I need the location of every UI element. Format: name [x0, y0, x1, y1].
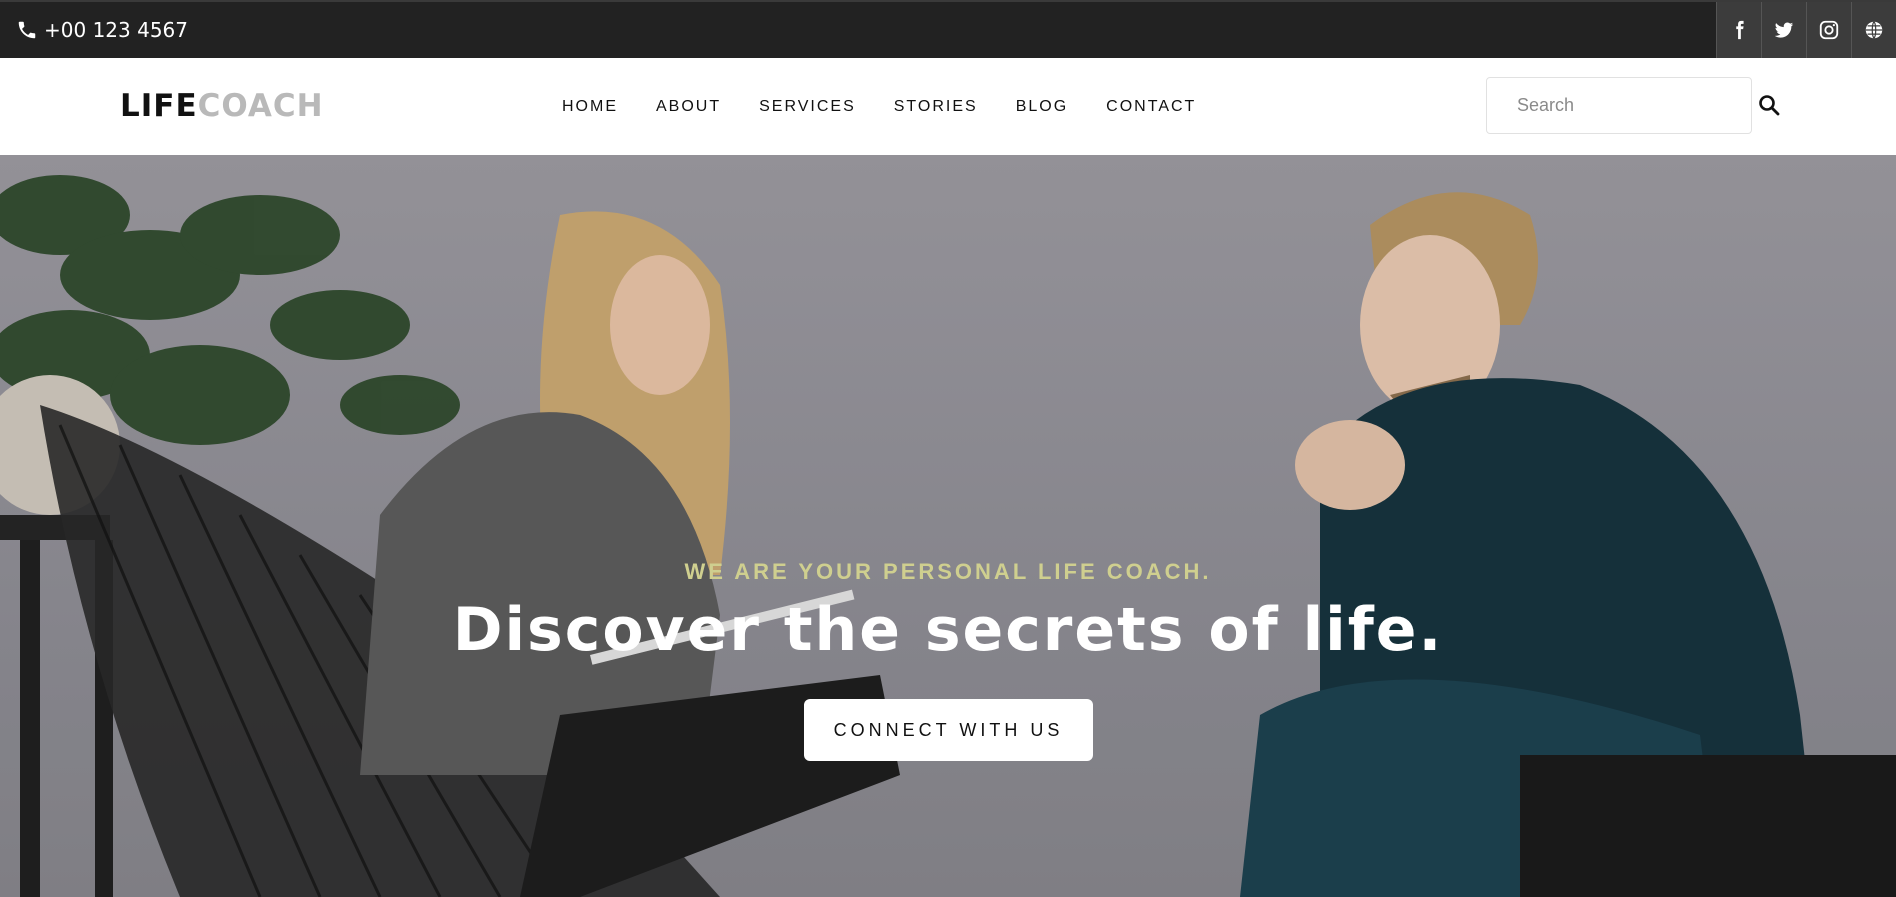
hero-eyebrow: WE ARE YOUR PERSONAL LIFE COACH.: [684, 559, 1212, 584]
phone-contact[interactable]: +00 123 4567: [16, 18, 188, 42]
logo-life: LIFE: [120, 88, 198, 124]
facebook-icon: [1736, 20, 1744, 40]
nav-services[interactable]: SERVICES: [759, 98, 856, 116]
globe-icon: [1865, 21, 1883, 39]
nav-blog[interactable]: BLOG: [1016, 98, 1068, 116]
instagram-icon: [1819, 20, 1839, 40]
nav-stories[interactable]: STORIES: [894, 98, 978, 116]
twitter-icon: [1774, 22, 1794, 38]
main-navbar: LIFECOACH HOME ABOUT SERVICES STORIES BL…: [0, 58, 1896, 155]
twitter-button[interactable]: [1761, 2, 1806, 58]
search-input[interactable]: [1486, 77, 1752, 134]
phone-icon: [16, 19, 38, 41]
top-bar: +00 123 4567: [0, 0, 1896, 58]
nav-home[interactable]: HOME: [562, 98, 618, 116]
hero-section: WE ARE YOUR PERSONAL LIFE COACH. Discove…: [0, 155, 1896, 897]
nav-about[interactable]: ABOUT: [656, 98, 721, 116]
hero-headline: Discover the secrets of life.: [452, 595, 1444, 665]
site-logo[interactable]: LIFECOACH: [120, 88, 324, 124]
connect-with-us-button[interactable]: CONNECT WITH US: [804, 699, 1093, 761]
globe-button[interactable]: [1851, 2, 1896, 58]
hero-overlay: [0, 155, 1896, 897]
facebook-button[interactable]: [1716, 2, 1761, 58]
instagram-button[interactable]: [1806, 2, 1851, 58]
social-links: [1716, 2, 1896, 58]
logo-coach: COACH: [197, 88, 324, 124]
nav-contact[interactable]: CONTACT: [1106, 98, 1196, 116]
phone-number: +00 123 4567: [44, 18, 188, 42]
main-menu: HOME ABOUT SERVICES STORIES BLOG CONTACT: [562, 98, 1234, 116]
search-icon[interactable]: [1757, 93, 1781, 117]
